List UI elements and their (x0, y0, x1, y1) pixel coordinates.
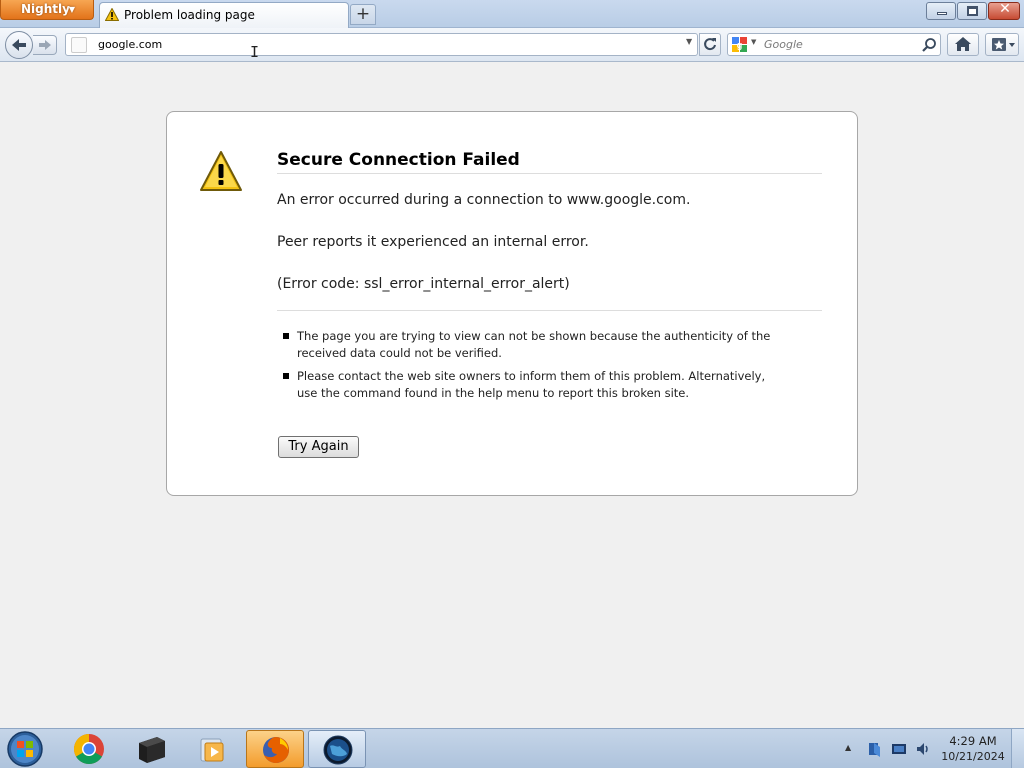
divider (277, 173, 822, 174)
bookmarks-button[interactable] (985, 33, 1019, 56)
close-window-button[interactable]: ✕ (988, 1, 1020, 20)
clock-time: 4:29 AM (949, 734, 997, 748)
reload-icon (704, 38, 716, 51)
site-identity-icon[interactable] (71, 37, 87, 53)
chevron-down-icon[interactable]: ▼ (751, 38, 756, 46)
title-bar: Nightly ▼ Problem loading page + ✕ (0, 0, 1024, 29)
taskbar-globe-app[interactable] (308, 730, 366, 768)
taskbar-media-player[interactable] (184, 730, 242, 768)
restore-button[interactable] (957, 2, 987, 20)
list-item: Please contact the web site owners to in… (283, 368, 778, 402)
url-text: google.com (98, 38, 163, 51)
taskbar-chrome[interactable] (60, 730, 118, 768)
warning-icon (200, 151, 242, 191)
app-menu-label: Nightly (21, 2, 70, 16)
forward-button[interactable] (33, 35, 57, 55)
search-placeholder: Google (764, 38, 803, 51)
text-cursor-icon: I (250, 43, 260, 61)
svg-text:g: g (737, 40, 743, 50)
home-button[interactable] (947, 33, 979, 56)
tab-title: Problem loading page (124, 8, 255, 22)
restore-icon (967, 6, 978, 16)
taskbar: ▲ 4:29 AM 10/21/2024 (0, 728, 1024, 768)
terminal-icon (139, 737, 165, 763)
error-title: Secure Connection Failed (277, 150, 520, 170)
navigation-toolbar: google.com ▼ g ▼ Google (0, 28, 1024, 62)
url-bar[interactable]: google.com ▼ (65, 33, 698, 56)
start-button[interactable] (5, 730, 45, 768)
search-bar[interactable]: g ▼ Google (727, 33, 941, 56)
clock-date: 10/21/2024 (941, 750, 1005, 763)
show-hidden-icons-icon[interactable]: ▲ (845, 743, 851, 752)
error-detail: Peer reports it experienced an internal … (277, 234, 589, 250)
show-desktop-button[interactable] (1011, 729, 1024, 768)
error-description: An error occurred during a connection to… (277, 192, 691, 208)
firefox-icon (263, 737, 289, 763)
error-code: (Error code: ssl_error_internal_error_al… (277, 276, 570, 292)
new-tab-button[interactable]: + (350, 4, 376, 25)
windows-start-icon (7, 731, 43, 767)
minimize-icon (937, 12, 947, 15)
taskbar-terminal[interactable] (122, 730, 180, 768)
system-clock[interactable]: 4:29 AM 10/21/2024 (940, 734, 1006, 764)
url-history-dropdown-icon[interactable]: ▼ (686, 37, 692, 46)
home-icon (955, 37, 971, 51)
google-search-engine-icon[interactable]: g (732, 37, 747, 52)
search-icon[interactable] (921, 37, 937, 53)
tab-problem-loading[interactable]: Problem loading page (99, 2, 349, 29)
chrome-icon (73, 734, 104, 765)
volume-icon[interactable] (915, 741, 931, 757)
network-icon[interactable] (891, 741, 907, 757)
chevron-down-icon: ▼ (68, 5, 75, 14)
app-menu-button[interactable]: Nightly ▼ (0, 0, 94, 20)
warning-icon (105, 8, 119, 21)
divider (277, 310, 822, 311)
bookmark-star-icon (992, 38, 1015, 51)
try-again-button[interactable]: Try Again (278, 436, 359, 458)
media-player-icon (200, 738, 224, 762)
error-panel: Secure Connection Failed An error occurr… (166, 111, 858, 496)
reload-button[interactable] (699, 33, 721, 56)
back-button[interactable] (5, 31, 33, 59)
minimize-button[interactable] (926, 2, 956, 20)
globe-app-icon (323, 735, 353, 765)
forward-arrow-icon (39, 40, 51, 50)
taskbar-firefox[interactable] (246, 730, 304, 768)
back-arrow-icon (12, 39, 26, 51)
close-icon: ✕ (999, 1, 1011, 17)
action-center-icon[interactable] (866, 741, 882, 757)
list-item: The page you are trying to view can not … (283, 328, 778, 362)
error-help-list: The page you are trying to view can not … (283, 328, 778, 408)
page-content: Secure Connection Failed An error occurr… (0, 63, 1024, 728)
